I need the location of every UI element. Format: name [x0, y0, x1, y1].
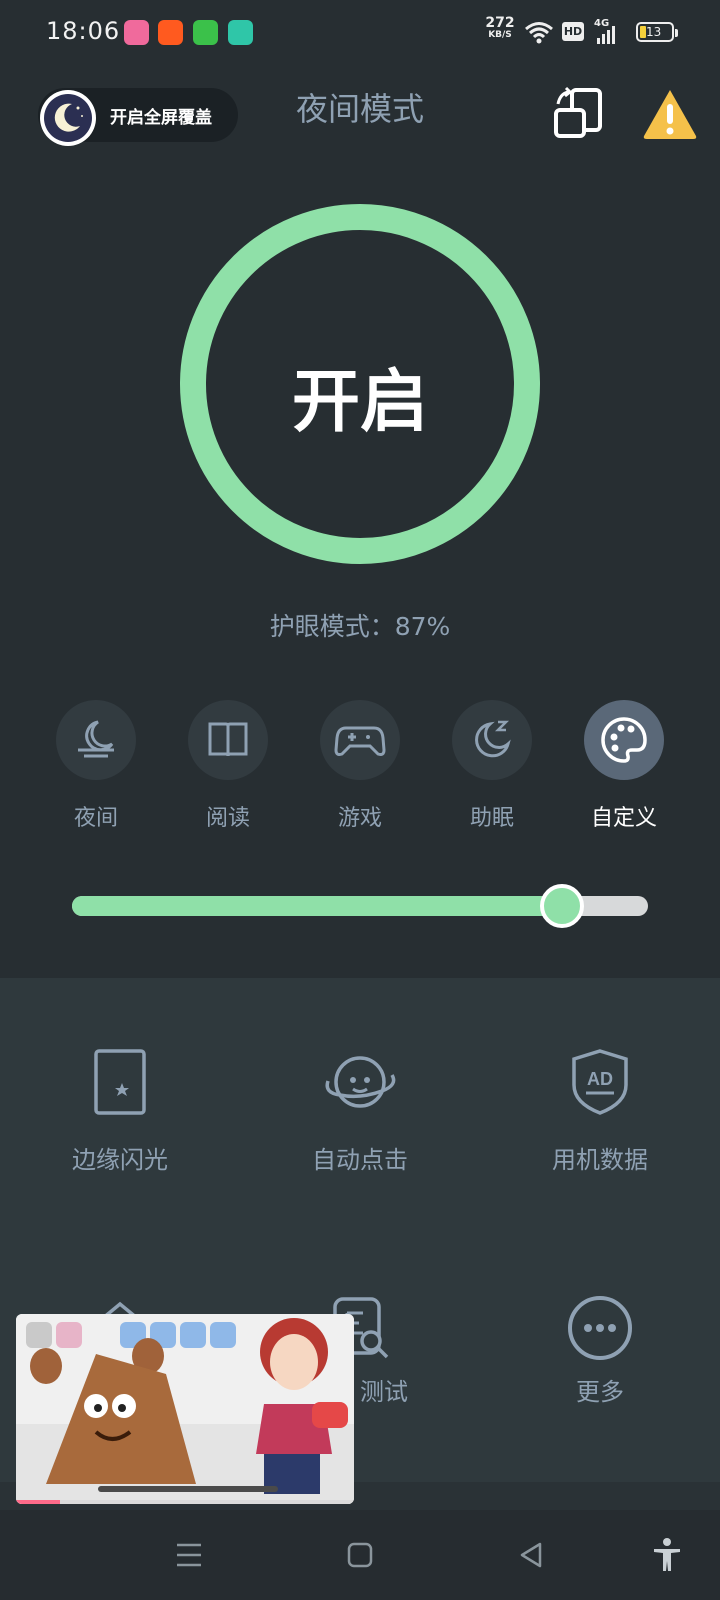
pip-progress-fill — [16, 1500, 60, 1504]
back-icon — [520, 1542, 542, 1568]
warning-button[interactable] — [642, 86, 698, 142]
nav-accessibility-button[interactable] — [644, 1532, 690, 1578]
battery-cap — [675, 29, 678, 37]
mode-reading-label: 阅读 — [205, 806, 250, 831]
mode-sleep-label: 助眠 — [469, 806, 514, 831]
tool-usage-data[interactable]: AD 用机数据 — [500, 1042, 700, 1175]
intensity-slider[interactable] — [72, 884, 648, 928]
red-object — [312, 1402, 348, 1428]
pip-video-window[interactable] — [16, 1314, 354, 1504]
warning-icon — [643, 90, 697, 139]
status-time: 18:06 — [46, 17, 121, 45]
iqiyi-app-icon — [193, 20, 218, 45]
battery-percent: 13 — [646, 25, 662, 39]
power-toggle-label[interactable]: 开启 — [180, 346, 540, 445]
palette-icon — [601, 717, 647, 763]
nav-home-button[interactable] — [337, 1532, 383, 1578]
tool-usage-data-label: 用机数据 — [552, 1146, 648, 1174]
signal-icon — [597, 26, 615, 44]
mode-night-label: 夜间 — [73, 806, 118, 831]
pip-video-frame — [16, 1314, 354, 1504]
battery-icon: 13 — [636, 22, 678, 42]
home-square-icon — [347, 1542, 373, 1568]
tool-edge-flash[interactable]: 边缘闪光 — [20, 1042, 220, 1175]
kuaishou-app-icon — [158, 20, 183, 45]
edge-flash-icon — [94, 1049, 146, 1115]
book-icon — [208, 722, 248, 757]
fullscreen-overlay-label: 开启全屏覆盖 — [110, 108, 212, 128]
rotate-screen-button[interactable] — [552, 86, 608, 142]
nav-back-button[interactable] — [508, 1532, 554, 1578]
fullscreen-overlay-button[interactable]: 开启全屏覆盖 — [38, 88, 238, 146]
wifi-icon — [525, 22, 553, 44]
rotate-screen-icon — [554, 86, 602, 138]
hd-badge: HD — [562, 22, 584, 41]
status-bar: 18:06 272 KB/S HD 4G 13 — [0, 0, 720, 64]
tool-more-label: 更多 — [576, 1378, 624, 1406]
chat-app-icon — [228, 20, 253, 45]
system-nav-bar — [0, 1510, 720, 1600]
intensity-slider-thumb[interactable] — [539, 884, 584, 928]
gamepad-icon — [334, 726, 386, 756]
bilibili-app-icon — [124, 20, 149, 45]
auto-click-icon — [325, 1056, 396, 1108]
menu-icon — [177, 1543, 201, 1567]
night-icon — [78, 720, 114, 758]
net-speed-unit: KB/S — [488, 30, 512, 40]
ad-shield-icon: AD — [572, 1049, 628, 1115]
more-icon — [568, 1296, 632, 1360]
svg-text:AD: AD — [587, 1069, 613, 1089]
tool-auto-click[interactable]: 自动点击 — [260, 1042, 460, 1175]
mode-custom-label: 自定义 — [590, 806, 657, 831]
page-title: 夜间模式 — [295, 90, 424, 128]
mode-custom[interactable]: 自定义 — [574, 700, 674, 832]
mode-game[interactable]: 游戏 — [310, 700, 410, 832]
net-speed-value: 272 — [485, 15, 515, 31]
accessibility-icon — [654, 1538, 680, 1571]
nav-menu-button[interactable] — [166, 1532, 212, 1578]
moon-avatar-icon — [40, 90, 96, 146]
eye-protection-status: 护眼模式：87% — [269, 612, 451, 641]
mode-sleep[interactable]: 助眠 — [442, 700, 542, 832]
tool-edge-flash-label: 边缘闪光 — [72, 1146, 168, 1174]
tool-auto-click-label: 自动点击 — [312, 1146, 408, 1174]
net-speed: 272 KB/S — [484, 15, 516, 41]
health-bar — [98, 1486, 278, 1492]
tool-more[interactable]: 更多 — [500, 1288, 700, 1407]
pip-progress-track — [16, 1500, 354, 1504]
mode-game-label: 游戏 — [337, 806, 382, 831]
mode-reading[interactable]: 阅读 — [178, 700, 278, 832]
intensity-slider-fill — [72, 896, 562, 916]
sleep-moon-icon — [475, 720, 511, 758]
mode-night[interactable]: 夜间 — [46, 700, 146, 832]
